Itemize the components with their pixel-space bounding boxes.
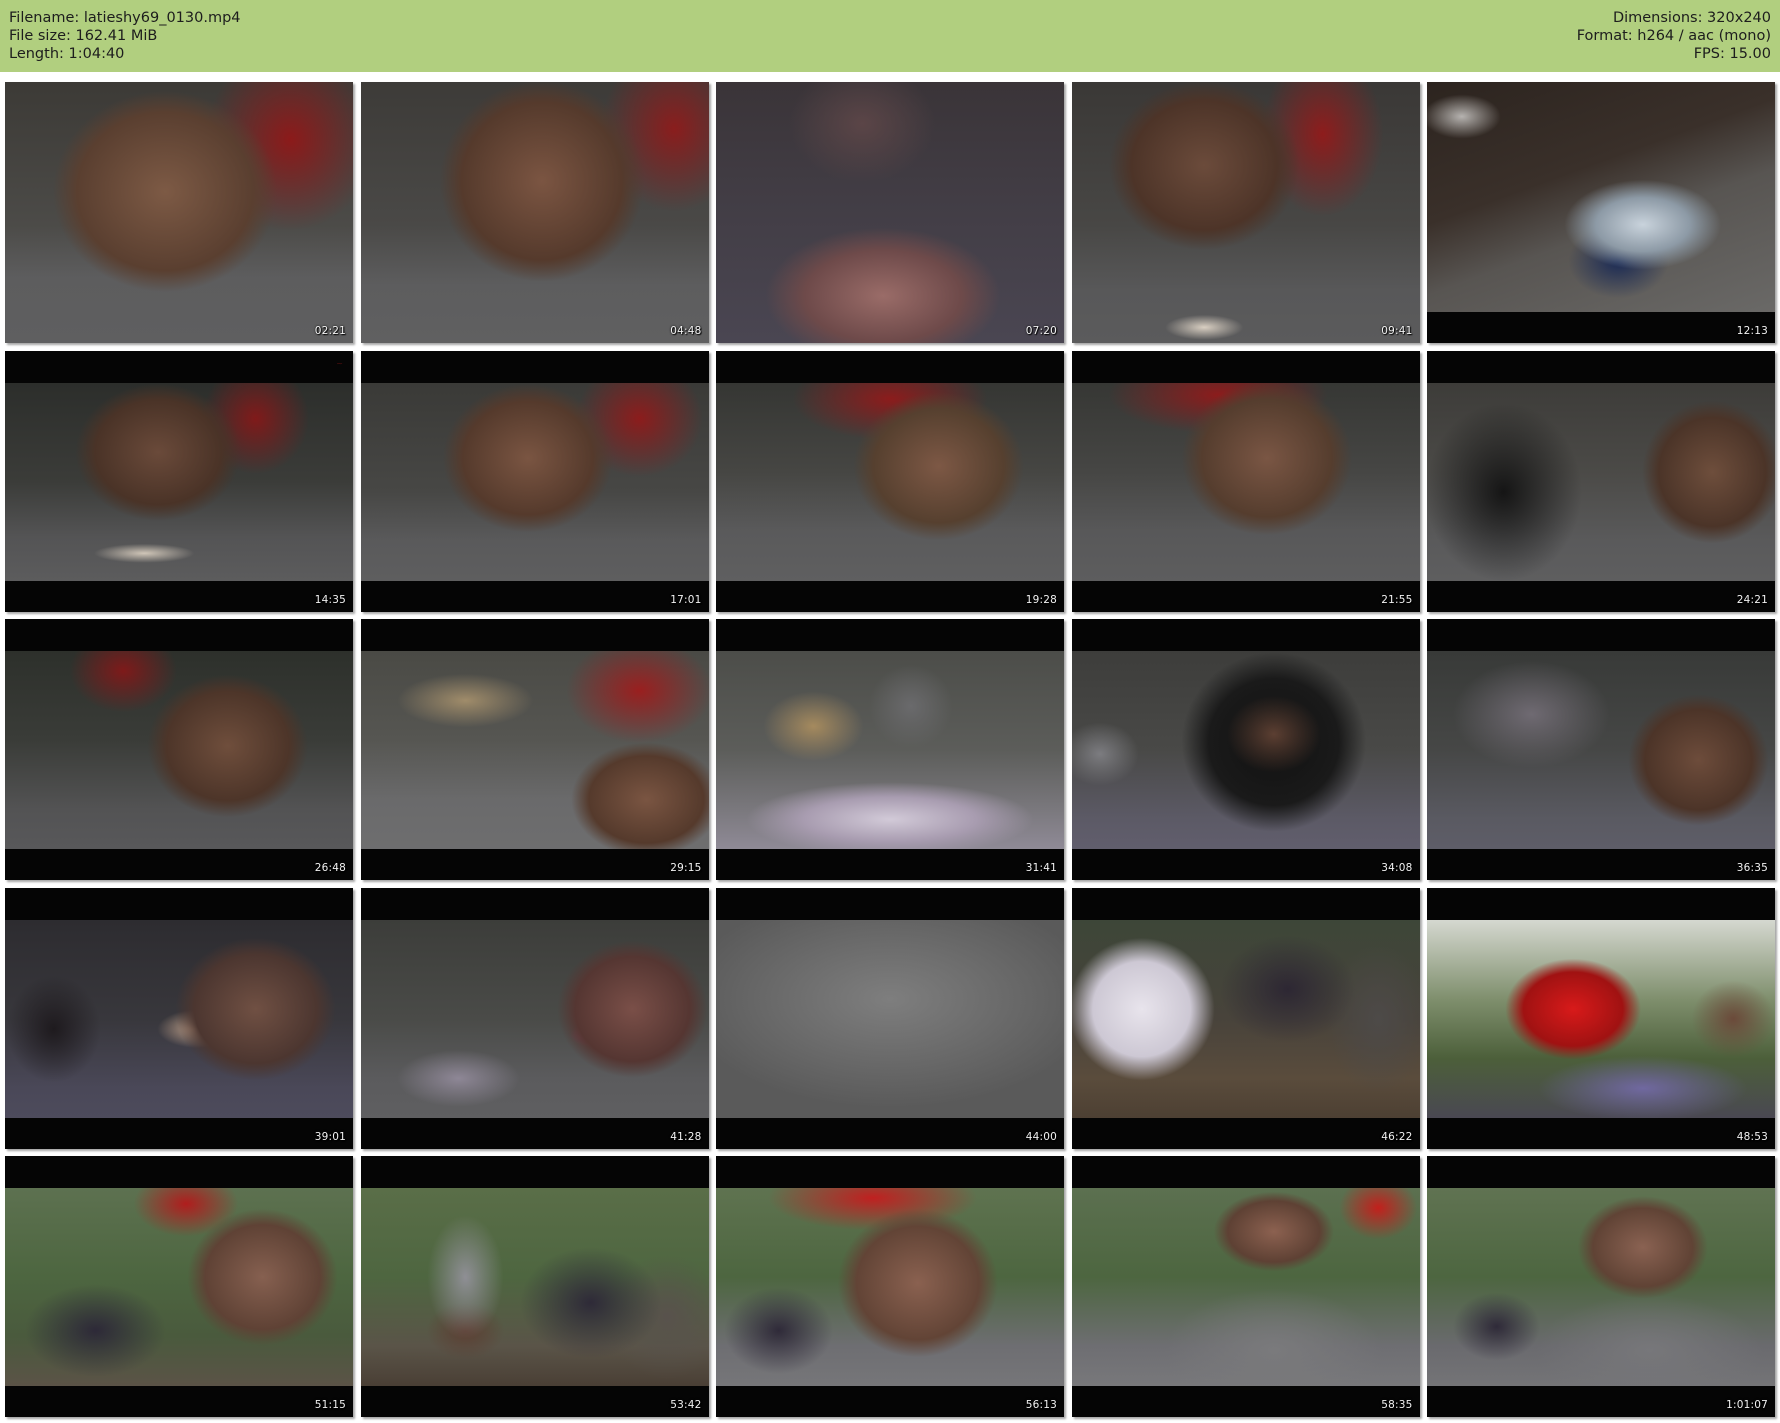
thumbnail[interactable]: 58:35 [1071, 1156, 1420, 1417]
timestamp-label: 34:08 [1381, 862, 1413, 874]
thumbnail[interactable]: 24:21 [1427, 350, 1775, 612]
timestamp-label: 44:00 [1025, 1130, 1057, 1143]
dimensions-label: Dimensions: 320x240 [1612, 10, 1771, 26]
timestamp-label: 04:48 [670, 325, 702, 337]
timestamp-label: 07:20 [1025, 325, 1057, 337]
timestamp-label: 36:35 [1736, 862, 1768, 874]
video-frame-image [716, 1188, 1064, 1386]
file-info-left: Filename: latieshy69_0130.mp4 File size:… [9, 9, 241, 63]
thumbnail[interactable]: 12:13 [1427, 82, 1775, 343]
video-frame-image [360, 382, 709, 581]
video-frame-image [1427, 651, 1775, 849]
video-frame-image [1427, 82, 1775, 312]
thumbnail[interactable]: 46:22 [1071, 887, 1420, 1149]
timestamp-label: 09:41 [1381, 325, 1413, 337]
timestamp-label: 46:22 [1381, 1130, 1413, 1143]
video-frame-image [1427, 382, 1775, 581]
thumbnail[interactable]: 51:15 [5, 1156, 353, 1417]
thumbnail[interactable]: 17:01 [360, 350, 709, 612]
timestamp-label: 1:01:07 [1726, 1399, 1768, 1411]
timestamp-label: 24:21 [1736, 593, 1768, 606]
video-frame-image [716, 382, 1064, 581]
video-frame-image [5, 82, 353, 343]
thumbnail[interactable]: 48:53 [1427, 887, 1775, 1149]
format-label: Format: h264 / aac (mono) [1576, 28, 1771, 44]
thumbnail[interactable]: 44:00 [716, 887, 1064, 1149]
video-frame-image [1427, 919, 1775, 1118]
thumbnail[interactable]: 34:08 [1071, 619, 1420, 880]
thumbnail[interactable]: 21:55 [1071, 350, 1420, 612]
filename-label: Filename: latieshy69_0130.mp4 [9, 10, 241, 26]
timestamp-label: 14:35 [314, 593, 346, 606]
thumbnail[interactable]: ~ 14:35 [5, 350, 353, 612]
timestamp-label: 41:28 [670, 1130, 702, 1143]
thumbnail[interactable]: 56:13 [716, 1156, 1064, 1417]
timestamp-label: 12:13 [1736, 325, 1768, 337]
thumbnail[interactable]: 29:15 [360, 619, 709, 880]
video-frame-image [1427, 1188, 1775, 1386]
video-frame-image [5, 382, 353, 581]
timestamp-label: 21:55 [1381, 593, 1413, 606]
video-frame-image [1071, 651, 1420, 849]
timestamp-label: 39:01 [314, 1130, 346, 1143]
timestamp-label: 17:01 [670, 593, 702, 606]
thumbnail[interactable]: 36:35 [1427, 619, 1775, 880]
thumbnail[interactable]: 07:20 [716, 82, 1064, 343]
filesize-label: File size: 162.41 MiB [9, 28, 158, 44]
video-frame-image [716, 919, 1064, 1118]
timestamp-label: 29:15 [670, 862, 702, 874]
timestamp-label: 19:28 [1025, 593, 1057, 606]
info-header: Filename: latieshy69_0130.mp4 File size:… [0, 0, 1780, 72]
thumbnail-grid: 02:21 04:48 07:20 09:41 12:13 ~ 14:35 17… [5, 82, 1775, 1417]
video-frame-image [360, 1188, 709, 1386]
video-frame-image [360, 82, 709, 343]
thumbnail[interactable]: 02:21 [5, 82, 353, 343]
length-label: Length: 1:04:40 [9, 46, 125, 62]
video-frame-image [716, 82, 1064, 343]
thumbnail[interactable]: 26:48 [5, 619, 353, 880]
video-frame-image [1071, 382, 1420, 581]
file-info-right: Dimensions: 320x240 Format: h264 / aac (… [1577, 9, 1771, 63]
video-frame-image [5, 651, 353, 849]
video-frame-image [5, 1188, 353, 1386]
video-frame-image [360, 919, 709, 1118]
timestamp-label: 56:13 [1025, 1399, 1057, 1411]
video-frame-image [5, 919, 353, 1118]
timestamp-label: 31:41 [1025, 862, 1057, 874]
thumbnail[interactable]: 09:41 [1071, 82, 1420, 343]
thumbnail[interactable]: 1:01:07 [1427, 1156, 1775, 1417]
watermark-logo: ~ [336, 358, 343, 368]
thumbnail[interactable]: 53:42 [360, 1156, 709, 1417]
video-frame-image [1071, 919, 1420, 1118]
video-frame-image [716, 651, 1064, 849]
timestamp-label: 51:15 [314, 1399, 346, 1411]
video-frame-image [360, 651, 709, 849]
thumbnail[interactable]: 19:28 [716, 350, 1064, 612]
thumbnail[interactable]: 41:28 [360, 887, 709, 1149]
timestamp-label: 48:53 [1736, 1130, 1768, 1143]
timestamp-label: 02:21 [314, 325, 346, 337]
timestamp-label: 53:42 [670, 1399, 702, 1411]
thumbnail[interactable]: 39:01 [5, 887, 353, 1149]
video-frame-image [1071, 82, 1420, 343]
timestamp-label: 26:48 [314, 862, 346, 874]
fps-label: FPS: 15.00 [1693, 46, 1771, 62]
thumbnail[interactable]: 04:48 [360, 82, 709, 343]
thumbnail[interactable]: 31:41 [716, 619, 1064, 880]
timestamp-label: 58:35 [1381, 1399, 1413, 1411]
video-frame-image [1071, 1188, 1420, 1386]
